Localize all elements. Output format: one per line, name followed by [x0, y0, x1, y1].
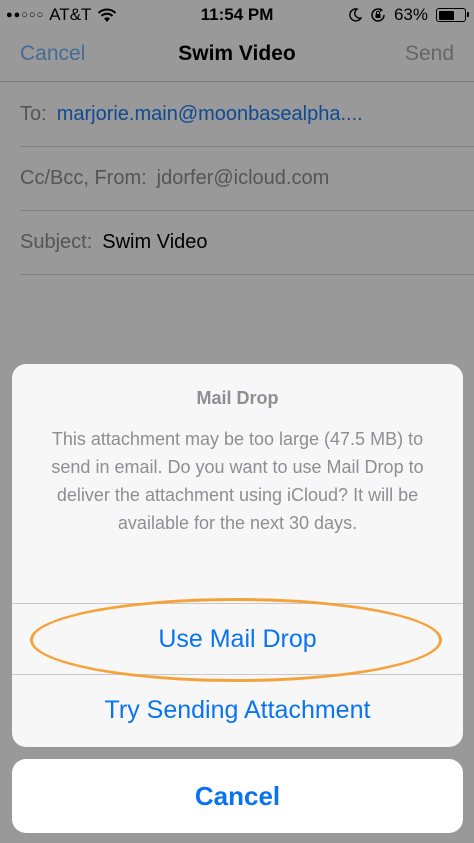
mail-drop-action-sheet: Mail Drop This attachment may be too lar…: [12, 364, 463, 747]
action-sheet-header: Mail Drop This attachment may be too lar…: [12, 364, 463, 604]
action-sheet-cancel-button[interactable]: Cancel: [12, 759, 463, 833]
action-sheet-title: Mail Drop: [196, 388, 279, 408]
use-mail-drop-button[interactable]: Use Mail Drop: [12, 604, 463, 675]
try-sending-attachment-button[interactable]: Try Sending Attachment: [12, 675, 463, 746]
action-sheet-message: This attachment may be too large (47.5 M…: [51, 429, 424, 533]
